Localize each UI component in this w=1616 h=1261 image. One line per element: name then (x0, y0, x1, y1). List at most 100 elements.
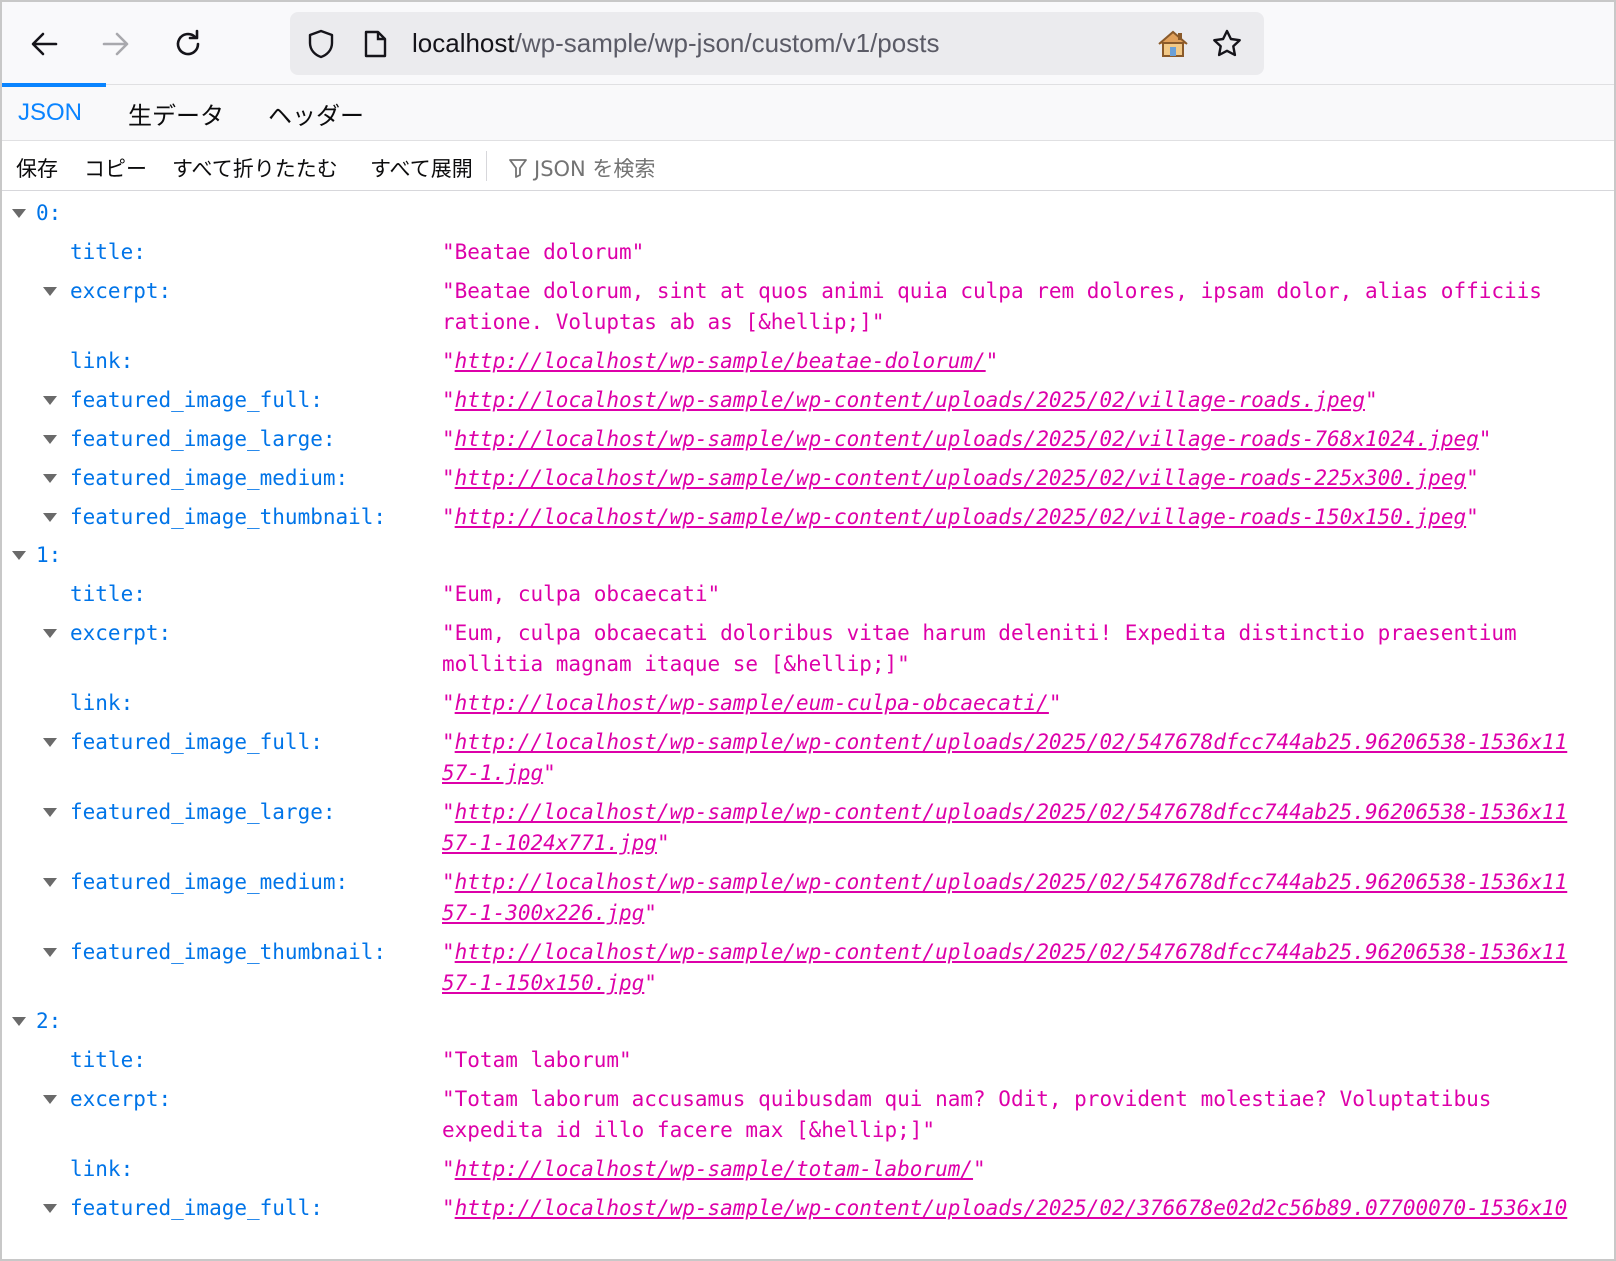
tree-key: featured_image_full: (70, 730, 323, 754)
tree-key: title: (70, 1048, 146, 1072)
tree-value: 57-1-1024x771.jpg" (442, 831, 670, 855)
expand-triangle-icon[interactable] (43, 948, 57, 957)
tree-value: "http://localhost/wp-sample/wp-content/u… (442, 427, 1492, 451)
expand-triangle-icon[interactable] (43, 1095, 57, 1104)
url-link[interactable]: http://localhost/wp-sample/beatae-doloru… (455, 349, 986, 373)
active-tab-indicator (2, 83, 106, 87)
tree-key: link: (70, 1157, 134, 1181)
url-link[interactable]: http://localhost/wp-sample/wp-content/up… (455, 1196, 1568, 1220)
expand-triangle-icon[interactable] (12, 1017, 26, 1026)
tab-raw-data-label: 生データ (128, 102, 224, 130)
tab-json[interactable]: JSON (2, 83, 106, 141)
url-link[interactable]: http://localhost/wp-sample/wp-content/up… (455, 800, 1568, 824)
tree-key: featured_image_thumbnail: (70, 940, 387, 964)
tree-key: title: (70, 582, 146, 606)
url-link[interactable]: http://localhost/wp-sample/wp-content/up… (455, 870, 1568, 894)
collapse-all-button[interactable]: すべて折りたたむ (172, 153, 338, 183)
tree-value: ratione. Voluptas ab as [&hellip;]" (442, 310, 885, 334)
tree-value: "http://localhost/wp-sample/wp-content/u… (442, 800, 1568, 824)
tree-key: featured_image_medium: (70, 466, 349, 490)
url-link[interactable]: http://localhost/wp-sample/wp-content/up… (455, 388, 1365, 412)
tree-value: "http://localhost/wp-sample/beatae-dolor… (442, 349, 999, 373)
tree-key: 0: (36, 201, 62, 225)
tree-value: "http://localhost/wp-sample/wp-content/u… (442, 1196, 1568, 1220)
url-link[interactable]: http://localhost/wp-sample/wp-content/up… (455, 940, 1568, 964)
url-path: /wp-sample/wp-json/custom/v1/posts (514, 28, 940, 58)
expand-triangle-icon[interactable] (12, 209, 26, 218)
tab-headers-label: ヘッダー (268, 102, 364, 130)
url-link[interactable]: 57-1-150x150.jpg (442, 971, 644, 995)
expand-all-button[interactable]: すべて展開 (370, 153, 473, 183)
filter-icon (509, 159, 527, 178)
tree-value: 57-1-150x150.jpg" (442, 971, 657, 995)
tree-value: "http://localhost/wp-sample/wp-content/u… (442, 388, 1378, 412)
page-icon[interactable] (358, 28, 392, 60)
browser-toolbar: localhost/wp-sample/wp-json/custom/v1/po… (2, 2, 1614, 84)
shield-icon[interactable] (304, 28, 338, 60)
expand-triangle-icon[interactable] (43, 474, 57, 483)
url-link[interactable]: http://localhost/wp-sample/wp-content/up… (455, 730, 1568, 754)
tree-value: "Eum, culpa obcaecati doloribus vitae ha… (442, 621, 1517, 645)
url-link[interactable]: http://localhost/wp-sample/wp-content/up… (455, 505, 1466, 529)
tree-value: "Totam laborum accusamus quibusdam qui n… (442, 1087, 1492, 1111)
json-filter-input[interactable]: JSON を検索 (508, 153, 655, 183)
reload-icon (176, 29, 200, 56)
url-link[interactable]: http://localhost/wp-sample/eum-culpa-obc… (455, 691, 1049, 715)
url-link[interactable]: http://localhost/wp-sample/wp-content/up… (455, 466, 1466, 490)
json-filter-placeholder: JSON を検索 (534, 157, 656, 181)
json-toolbar: 保存 コピー すべて折りたたむ すべて展開 JSON を検索 (2, 141, 1614, 191)
tree-value: "http://localhost/wp-sample/wp-content/u… (442, 730, 1568, 754)
back-button[interactable] (18, 18, 70, 70)
expand-triangle-icon[interactable] (43, 629, 57, 638)
back-arrow-icon (31, 32, 58, 56)
tree-value: "http://localhost/wp-sample/wp-content/u… (442, 505, 1479, 529)
tree-key: featured_image_full: (70, 1196, 323, 1220)
url-link[interactable]: http://localhost/wp-sample/totam-laborum… (455, 1157, 973, 1181)
forward-button[interactable] (90, 18, 142, 70)
tree-key: 2: (36, 1009, 62, 1033)
tree-value: expedita id illo facere max [&hellip;]" (442, 1118, 936, 1142)
toolbar-divider (486, 151, 487, 181)
expand-triangle-icon[interactable] (43, 287, 57, 296)
expand-triangle-icon[interactable] (12, 551, 26, 560)
tree-value: "Beatae dolorum, sint at quos animi quia… (442, 279, 1542, 303)
expand-triangle-icon[interactable] (43, 1204, 57, 1213)
url-link[interactable]: 57-1-1024x771.jpg (442, 831, 657, 855)
copy-button[interactable]: コピー (84, 153, 147, 183)
tree-key: link: (70, 691, 134, 715)
url-text[interactable]: localhost/wp-sample/wp-json/custom/v1/po… (412, 28, 939, 59)
url-host: localhost (412, 28, 515, 58)
tree-value: "http://localhost/wp-sample/eum-culpa-ob… (442, 691, 1062, 715)
tree-value: 57-1.jpg" (442, 761, 556, 785)
reload-button[interactable] (162, 18, 214, 70)
bookmark-star-icon[interactable] (1210, 28, 1244, 60)
expand-triangle-icon[interactable] (43, 435, 57, 444)
tree-key: excerpt: (70, 621, 172, 645)
viewer-tabs: JSON 生データ ヘッダー (2, 83, 1614, 141)
tree-key: excerpt: (70, 1087, 172, 1111)
tree-key: featured_image_large: (70, 800, 336, 824)
tab-raw-data[interactable]: 生データ (128, 85, 224, 141)
home-icon[interactable] (1156, 28, 1190, 60)
forward-arrow-icon (102, 32, 129, 56)
expand-triangle-icon[interactable] (43, 878, 57, 887)
expand-triangle-icon[interactable] (43, 513, 57, 522)
tab-headers[interactable]: ヘッダー (268, 85, 364, 141)
expand-triangle-icon[interactable] (43, 396, 57, 405)
json-tree: 0: title: "Beatae dolorum" excerpt: "Bea… (2, 191, 1614, 1259)
tree-value: "http://localhost/wp-sample/wp-content/u… (442, 466, 1479, 490)
tree-value: "Eum, culpa obcaecati" (442, 582, 721, 606)
browser-window: localhost/wp-sample/wp-json/custom/v1/po… (0, 0, 1616, 1261)
expand-triangle-icon[interactable] (43, 738, 57, 747)
save-button[interactable]: 保存 (16, 153, 58, 183)
tree-key: featured_image_full: (70, 388, 323, 412)
tree-key: title: (70, 240, 146, 264)
expand-triangle-icon[interactable] (43, 808, 57, 817)
url-link[interactable]: 57-1-300x226.jpg (442, 901, 644, 925)
url-bar[interactable]: localhost/wp-sample/wp-json/custom/v1/po… (290, 12, 1264, 75)
tree-key: featured_image_thumbnail: (70, 505, 387, 529)
url-link[interactable]: 57-1.jpg (442, 761, 543, 785)
tree-key: excerpt: (70, 279, 172, 303)
tree-value: mollitia magnam itaque se [&hellip;]" (442, 652, 910, 676)
url-link[interactable]: http://localhost/wp-sample/wp-content/up… (455, 427, 1479, 451)
